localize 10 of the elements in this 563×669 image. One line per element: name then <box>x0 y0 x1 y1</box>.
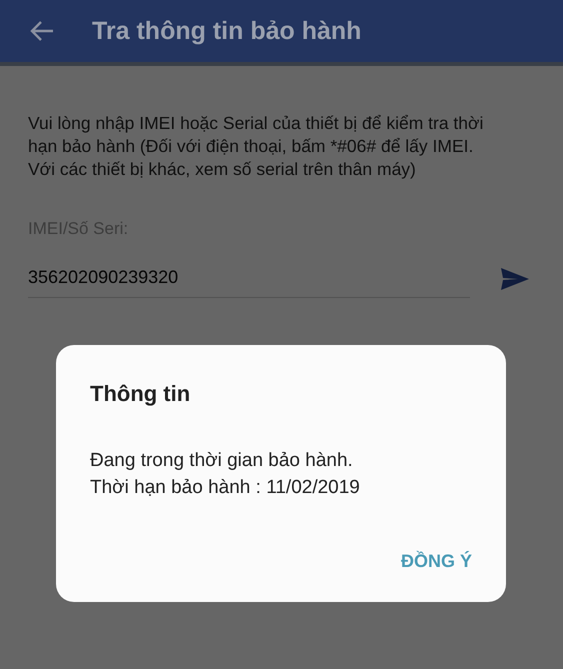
confirm-button[interactable]: ĐỒNG Ý <box>400 545 472 578</box>
dialog-message: Đang trong thời gian bảo hành. <box>90 449 354 473</box>
back-arrow-icon <box>30 20 54 42</box>
send-icon <box>500 266 530 290</box>
dialog-title: Thông tin <box>90 381 192 407</box>
imei-input-field[interactable]: 356202090239320 <box>28 259 470 298</box>
dialog-message: Thời hạn bảo hành : 11/02/2019 <box>90 476 361 500</box>
send-button[interactable] <box>500 266 530 290</box>
screen-title: Tra thông tin bảo hành <box>92 16 362 46</box>
instruction-text: Vui lòng nhập IMEI hoặc Serial của thiết bị để kiểm tra thời hạn bảo hành (Đối với điện thoại, bấm *#06# để lấy IMEI. Với các thiết bị khác, xem số serial trên thân máy) <box>28 112 484 181</box>
